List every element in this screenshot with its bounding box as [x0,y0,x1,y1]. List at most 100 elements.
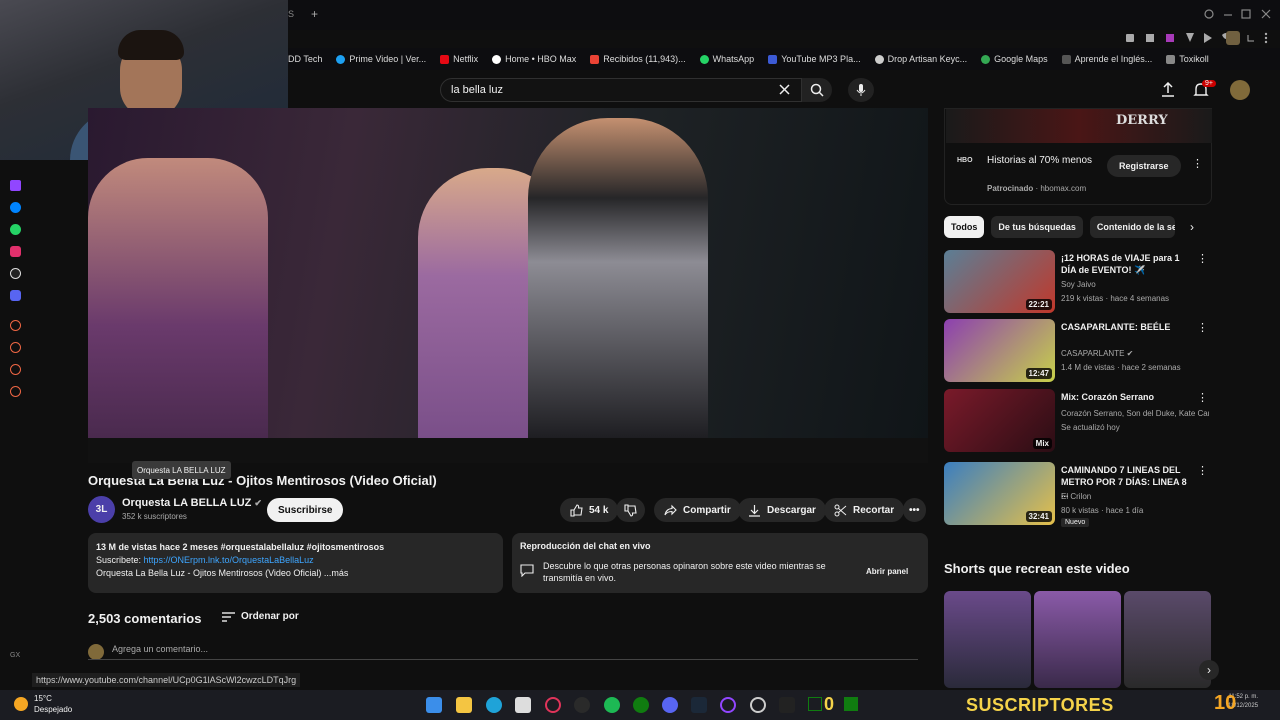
channel-avatar[interactable]: 3L [88,496,115,523]
search-input[interactable]: la bella luz [440,78,802,102]
whatsapp-icon[interactable] [10,224,21,235]
chips-next-icon[interactable]: › [1190,220,1194,234]
shorts-next-icon[interactable]: › [1199,660,1219,680]
ad-title: Historias al 70% menos [987,155,1093,166]
weather-widget[interactable]: 15°C Despejado [14,693,72,715]
opera-gx-icon[interactable] [545,697,561,713]
spotify-icon[interactable] [604,697,620,713]
channel-name[interactable]: Orquesta LA BELLA LUZ ✔ [122,497,262,509]
epic-games-icon[interactable] [779,697,795,713]
bookmark-gmail[interactable]: Recibidos (11,943)... [590,54,686,64]
subscribers-overlay-number: 10 [1214,692,1237,714]
more-actions-button[interactable]: ••• [903,498,926,522]
ad-banner-art-text: DERRY [1116,113,1168,128]
recommendation-meta: Se actualizó hoy [1061,423,1120,432]
edge-icon[interactable] [486,697,502,713]
extensions-toolbar[interactable] [1126,31,1276,45]
kebab-menu-icon[interactable]: ⋮ [1197,252,1208,265]
xbox-icon[interactable] [633,697,649,713]
recommendation-thumbnail: 12:47 [944,319,1055,382]
bookmark-google-maps[interactable]: Google Maps [981,54,1048,64]
bookmark-prime-video[interactable]: Prime Video | Ver... [336,54,426,64]
whatsapp-icon [699,54,709,64]
recommendation-item[interactable]: Mix Mix: Corazón Serrano Corazón Serrano… [944,389,1212,453]
bookmark-toxikoll[interactable]: Toxikoll [1166,54,1209,64]
bookmark-dd-tech[interactable]: DD Tech [288,54,322,64]
chip-contenido-serie[interactable]: Contenido de la ser [1089,216,1175,238]
dislike-button[interactable] [616,498,645,522]
cube-icon[interactable] [10,364,21,375]
recommendation-item[interactable]: 32:41 CAMINANDO 7 LINEAS DEL METRO POR 7… [944,462,1212,527]
recommendation-item[interactable]: 22:21 ¡12 HORAS de VIAJE para 1 DÍA de E… [944,250,1212,314]
xbox-bar-icon[interactable] [808,697,822,711]
search-button[interactable] [802,78,832,102]
discord-icon[interactable] [662,697,678,713]
short-thumbnail[interactable] [1124,591,1211,688]
ad-register-button[interactable]: Registrarse [1107,155,1181,177]
sort-comments-button[interactable]: Ordenar por [222,611,299,622]
open-panel-button[interactable]: Abrir panel [866,567,908,576]
window-controls[interactable] [1204,8,1272,22]
more-dots-icon: ••• [909,504,920,516]
app-icon-purple[interactable] [720,697,736,713]
video-player[interactable] [88,108,928,463]
messenger-icon[interactable] [10,202,21,213]
kebab-menu-icon[interactable]: ⋮ [1197,321,1208,334]
store-icon[interactable] [515,697,531,713]
new-tab-icon[interactable]: + [311,7,318,21]
settings-icon[interactable] [10,386,21,397]
avatar[interactable] [1230,80,1250,100]
tab-fragment[interactable]: S [288,9,294,19]
sponsored-ad-card[interactable]: DERRY HBO Historias al 70% menos Patroci… [944,108,1212,205]
bookmark-youtube-mp3[interactable]: YouTube MP3 Pla... [768,54,861,64]
bookmark-netflix[interactable]: Netflix [440,54,478,64]
ad-menu-icon[interactable]: ⋮ [1192,157,1203,170]
verified-badge-icon: ✔ [1126,349,1134,358]
upload-icon[interactable] [1161,82,1175,98]
chip-todos[interactable]: Todos [944,216,985,238]
description-link[interactable]: https://ONErpm.lnk.to/OrquestaLaBellaLuz [144,555,314,565]
bookmark-aprende-ingles[interactable]: Aprende el Inglés... [1061,54,1152,64]
add-comment-input[interactable]: Agrega un comentario... [88,644,918,660]
player-icon[interactable] [10,320,21,331]
browser-side-rail: GX [0,160,30,690]
chip-tus-busquedas[interactable]: De tus búsquedas [991,216,1083,238]
subscribe-button[interactable]: Suscribirse [267,498,344,522]
discord-icon[interactable] [10,290,21,301]
gx-icon[interactable]: GX [10,652,20,659]
download-button[interactable]: Descargar [738,498,826,522]
share-icon [664,504,677,515]
like-button[interactable]: 54 k [560,498,619,522]
tiktok-icon[interactable] [10,268,21,279]
kebab-menu-icon[interactable]: ⋮ [1197,391,1208,404]
recommendation-item[interactable]: 12:47 CASAPARLANTE: BEÉLE CASAPARLANTE ✔… [944,319,1212,383]
mix-badge: Mix [1032,438,1052,449]
short-thumbnail[interactable] [1034,591,1121,688]
clear-search-icon[interactable] [778,83,791,96]
twitch-icon[interactable] [10,180,21,191]
short-thumbnail[interactable] [944,591,1031,688]
subscribers-overlay-label: SUSCRIPTORES [966,695,1114,715]
video-progress-area[interactable] [88,438,928,463]
kebab-menu-icon[interactable]: ⋮ [1197,464,1208,477]
nvidia-icon[interactable] [844,697,858,711]
steam-icon[interactable] [691,697,707,713]
history-icon[interactable] [10,342,21,353]
bookmark-hbo-max[interactable]: Home • HBO Max [492,54,576,64]
voice-search-button[interactable] [848,78,874,102]
recommendation-thumbnail: 22:21 [944,250,1055,313]
bookmark-drop-artisan[interactable]: Drop Artisan Keyc... [874,54,967,64]
bookmark-whatsapp[interactable]: WhatsApp [699,54,754,64]
chat-bubble-icon [520,564,534,577]
ad-sponsor-label: Patrocinado [987,184,1034,193]
description-box[interactable]: 13 M de vistas hace 2 meses #orquestalab… [88,533,503,593]
instagram-icon[interactable] [10,246,21,257]
clip-button[interactable]: Recortar [824,498,905,522]
share-button[interactable]: Compartir [654,498,741,522]
windows-start-icon[interactable] [426,697,442,713]
file-explorer-icon[interactable] [456,697,472,713]
sort-icon [222,611,235,622]
settings-icon[interactable] [750,697,766,713]
description-stats: 13 M de vistas hace 2 meses #orquestalab… [96,542,385,552]
app-icon[interactable] [574,697,590,713]
